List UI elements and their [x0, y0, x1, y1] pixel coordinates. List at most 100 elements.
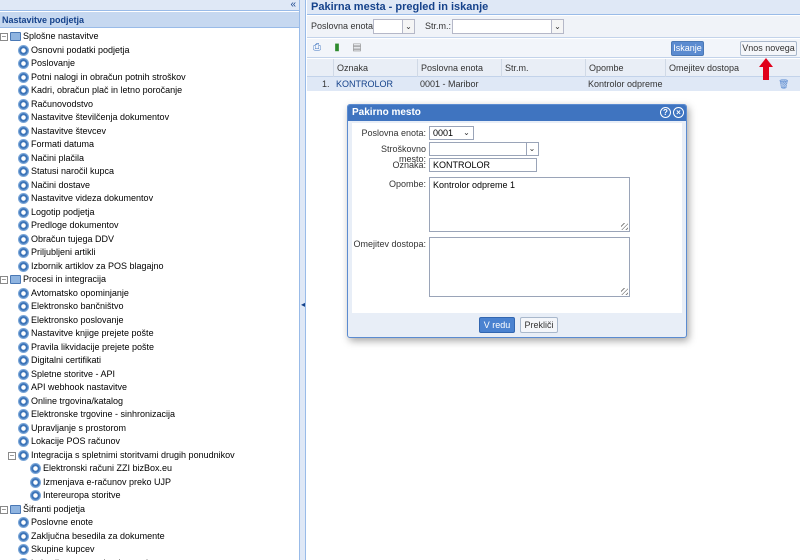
- gear-icon: [18, 125, 29, 137]
- stroskovno-mesto-select[interactable]: ⌄: [429, 142, 539, 156]
- sidebar-item-label: Integracija s spletnimi storitvami drugi…: [31, 449, 235, 460]
- sidebar-item[interactable]: Računovodstvo: [0, 98, 299, 112]
- filter-poslovna-enota-label: Poslovna enota:: [311, 21, 376, 31]
- sidebar-item[interactable]: Elektronske trgovine - sinhronizacija: [0, 408, 299, 422]
- sidebar-item[interactable]: Obračun tujega DDV: [0, 233, 299, 247]
- delete-icon[interactable]: 🗑: [775, 77, 789, 91]
- sidebar-item[interactable]: – Procesi in integracija: [0, 273, 299, 287]
- sidebar-item[interactable]: Nastavitve knjige prejete pošte: [0, 327, 299, 341]
- sidebar-item[interactable]: – Integracija s spletnimi storitvami drug…: [0, 449, 299, 463]
- cancel-button[interactable]: Prekliči: [520, 317, 558, 333]
- poslovna-enota-select[interactable]: 0001 ⌄: [429, 126, 474, 140]
- gear-icon: [18, 517, 29, 528]
- sidebar-item[interactable]: Elektronsko poslovanje: [0, 314, 299, 328]
- tree-toggle-icon[interactable]: –: [0, 276, 8, 284]
- gear-icon: [18, 368, 29, 380]
- cell-str-m: [501, 77, 585, 91]
- ok-button[interactable]: V redu: [479, 317, 515, 333]
- sidebar-item[interactable]: Online trgovina/katalog: [0, 395, 299, 409]
- sidebar-item[interactable]: Kadri, obračun plač in letno poročanje: [0, 84, 299, 98]
- sidebar-item[interactable]: Zaključna besedila za dokumente: [0, 530, 299, 544]
- sidebar-item[interactable]: Formati datuma: [0, 138, 299, 152]
- splitter-arrow-icon[interactable]: ◂: [301, 300, 305, 309]
- tree-toggle-icon[interactable]: –: [8, 451, 16, 460]
- sidebar-item[interactable]: Načini dostave: [0, 179, 299, 193]
- document-icon[interactable]: ▤: [351, 42, 363, 54]
- sidebar-item[interactable]: Načini plačila: [0, 152, 299, 166]
- sidebar-item[interactable]: Izmenjava e-računov preko UJP: [0, 476, 299, 490]
- sidebar-item[interactable]: Avtomatsko opominjanje: [0, 287, 299, 301]
- panel-splitter[interactable]: ◂: [300, 0, 306, 560]
- close-icon[interactable]: ×: [673, 107, 684, 118]
- chevron-down-icon[interactable]: ⌄: [402, 20, 414, 33]
- cell-oznaka[interactable]: KONTROLOR: [333, 77, 417, 91]
- sidebar-item-label: Poslovne enote: [31, 517, 94, 527]
- omejitev-dostopa-textarea[interactable]: [429, 237, 630, 297]
- sidebar-item-label: Zaključna besedila za dokumente: [31, 530, 165, 541]
- gear-icon: [18, 314, 29, 326]
- sidebar-item[interactable]: Elektronsko bančništvo: [0, 300, 299, 314]
- add-new-button[interactable]: Vnos novega: [740, 41, 797, 56]
- sidebar-item[interactable]: Elektronski računi ZZI bizBox.eu: [0, 462, 299, 476]
- sidebar-item[interactable]: Intereuropa storitve: [0, 489, 299, 503]
- tree-toggle-icon[interactable]: –: [0, 505, 8, 514]
- gear-icon: [18, 58, 29, 69]
- sidebar-item[interactable]: Digitalni certifikati: [0, 354, 299, 368]
- sidebar-item[interactable]: Logotip podjetja: [0, 206, 299, 220]
- sidebar-item[interactable]: Upravljanje s prostorom: [0, 422, 299, 436]
- chevron-down-icon[interactable]: ⌄: [526, 143, 537, 155]
- sidebar-item[interactable]: Osnovni podatki podjetja: [0, 44, 299, 58]
- sidebar-item[interactable]: Nastavitve videza dokumentov: [0, 192, 299, 206]
- print-icon[interactable]: ⎙: [311, 42, 323, 54]
- sidebar-item-label: Elektronsko poslovanje: [31, 314, 124, 325]
- sidebar-item-label: Poslovanje: [31, 58, 76, 68]
- sidebar-item[interactable]: Nastavitve številčenja dokumentov: [0, 111, 299, 125]
- sidebar-item[interactable]: Potni nalogi in obračun potnih stroškov: [0, 71, 299, 85]
- sidebar-item-label: Nastavitve videza dokumentov: [31, 193, 154, 203]
- help-icon[interactable]: ?: [660, 107, 671, 118]
- filter-bar: Poslovna enota: ⌄ Str.m.: ⌄: [307, 16, 800, 38]
- sidebar-item[interactable]: Pravila likvidacije prejete pošte: [0, 341, 299, 355]
- sidebar-item[interactable]: Skupine kupcev: [0, 543, 299, 557]
- resize-grip-icon[interactable]: [621, 288, 628, 295]
- sidebar-item[interactable]: Poslovne enote: [0, 516, 299, 530]
- sidebar-item[interactable]: Lokacije POS računov: [0, 435, 299, 449]
- sidebar-item-label: Kadri, obračun plač in letno poročanje: [31, 85, 183, 95]
- sidebar-item-label: Logotip podjetja: [31, 206, 95, 217]
- chevron-down-icon[interactable]: ⌄: [461, 127, 472, 139]
- gear-icon: [18, 328, 29, 339]
- column-header-poslovna-enota[interactable]: Poslovna enota: [417, 59, 501, 77]
- column-header-omejitev-dostopa[interactable]: Omejitev dostopa: [665, 59, 751, 77]
- column-header-str-m[interactable]: Str.m.: [501, 59, 585, 77]
- sidebar-item[interactable]: Poslovanje: [0, 57, 299, 71]
- sidebar-item[interactable]: Predloge dokumentov: [0, 219, 299, 233]
- gear-icon: [18, 71, 29, 83]
- oznaka-label: Oznaka:: [392, 160, 426, 170]
- opombe-textarea[interactable]: Kontrolor odpreme 1: [429, 177, 630, 232]
- sidebar-item-label: Računovodstvo: [31, 98, 94, 109]
- column-header-oznaka[interactable]: Oznaka: [333, 59, 417, 77]
- table-row[interactable]: 1. KONTROLOR 0001 - Maribor Kontrolor od…: [307, 77, 800, 91]
- filter-str-m-combo[interactable]: ⌄: [452, 19, 564, 34]
- oznaka-field[interactable]: KONTROLOR: [429, 158, 537, 172]
- sidebar-item[interactable]: Izbornik artiklov za POS blagajno: [0, 260, 299, 274]
- sidebar-item[interactable]: Priljubljeni artikli: [0, 246, 299, 260]
- filter-poslovna-enota-combo[interactable]: ⌄: [373, 19, 415, 34]
- sidebar-item[interactable]: – Šifranti podjetja: [0, 503, 299, 517]
- tree-toggle-icon[interactable]: –: [0, 33, 8, 41]
- column-header-opombe[interactable]: Opombe: [585, 59, 665, 77]
- collapse-panel-icon[interactable]: «: [290, 0, 296, 10]
- sidebar-item[interactable]: Lokacije za rezerviranje terminov: [0, 557, 299, 560]
- dialog-body: Poslovna enota: 0001 ⌄ Stroškovno mesto:…: [352, 123, 682, 313]
- search-button[interactable]: Iskanje: [671, 41, 704, 56]
- omejitev-dostopa-label: Omejitev dostopa:: [353, 239, 426, 249]
- sidebar-item[interactable]: Statusi naročil kupca: [0, 165, 299, 179]
- sidebar-item[interactable]: – Splošne nastavitve: [0, 30, 299, 44]
- folder-icon: [10, 32, 21, 41]
- sidebar-item[interactable]: Nastavitve števcev: [0, 125, 299, 139]
- chevron-down-icon[interactable]: ⌄: [551, 20, 563, 33]
- resize-grip-icon[interactable]: [621, 223, 628, 230]
- sidebar-item[interactable]: Spletne storitve - API: [0, 368, 299, 382]
- sidebar-item[interactable]: API webhook nastavitve: [0, 381, 299, 395]
- excel-icon[interactable]: ▮: [331, 42, 343, 54]
